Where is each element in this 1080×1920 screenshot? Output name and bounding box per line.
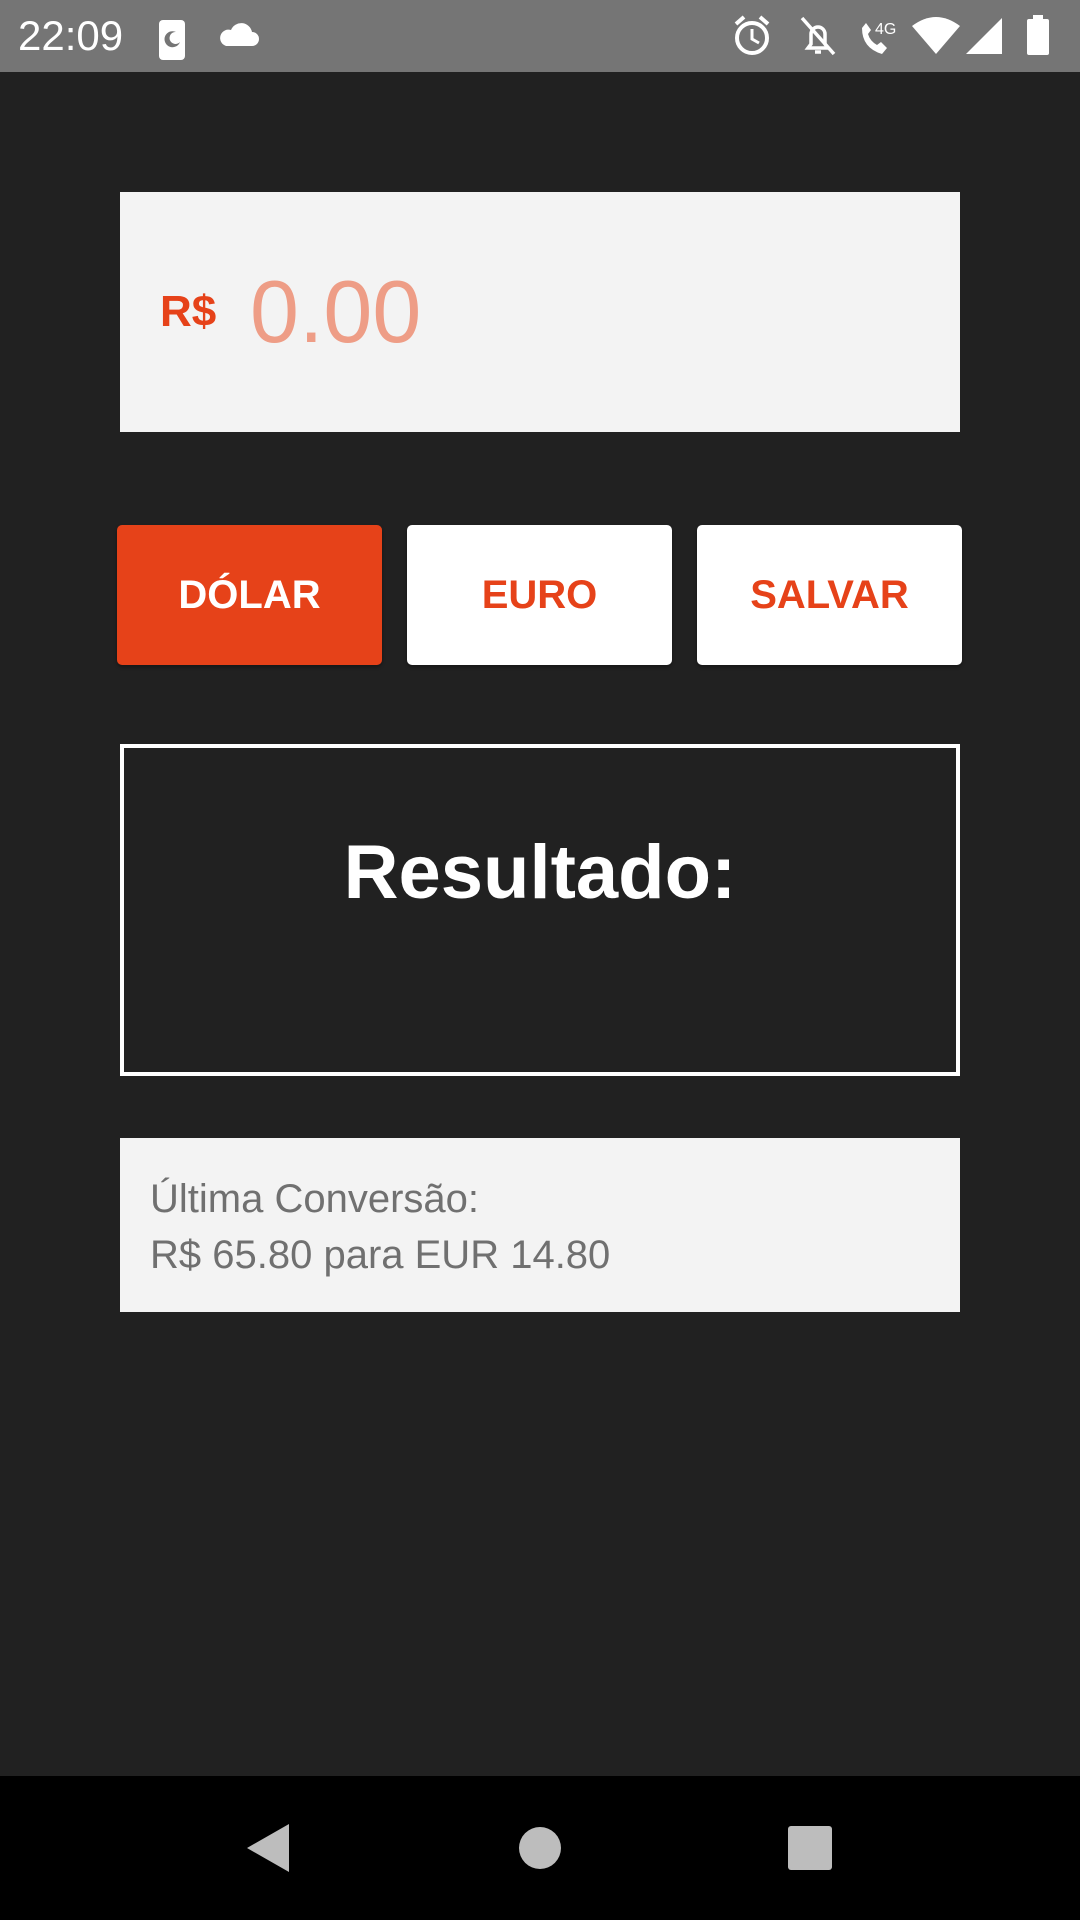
cell-signal-icon [966,0,1006,77]
app-screen: 22:09 4G R$ 0.00 DÓLAR EURO SALVAR Resul… [0,0,1080,1920]
battery-icon [1024,0,1052,77]
amount-input[interactable] [250,252,910,372]
volte-4g-call-icon: 4G [856,0,902,77]
home-icon [519,1827,561,1869]
alarm-icon [730,0,774,77]
wifi-icon [910,0,962,77]
result-title: Resultado: [343,830,737,915]
recents-button[interactable] [750,1776,870,1920]
dolar-button[interactable]: DÓLAR [117,525,382,665]
recents-icon [788,1826,832,1870]
amount-field[interactable]: R$ [120,192,960,432]
last-conversion-panel: Última Conversão: R$ 65.80 para EUR 14.8… [120,1138,960,1312]
phone-moon-icon [156,0,188,77]
notifications-off-icon [796,0,840,77]
currency-prefix: R$ [160,287,217,336]
status-time: 22:09 [18,12,124,59]
status-bar: 22:09 4G [0,0,1080,72]
home-button[interactable] [480,1776,600,1920]
result-panel: Resultado: [120,744,960,1076]
euro-button[interactable]: EURO [407,525,672,665]
back-button[interactable] [208,1776,328,1920]
navigation-bar [0,1776,1080,1920]
salvar-button[interactable]: SALVAR [697,525,962,665]
last-conversion-value: R$ 65.80 para EUR 14.80 [150,1233,611,1277]
cloud-icon [216,0,260,77]
last-conversion-label: Última Conversão: [150,1177,480,1221]
back-icon [247,1824,289,1872]
svg-text:4G: 4G [875,21,896,38]
